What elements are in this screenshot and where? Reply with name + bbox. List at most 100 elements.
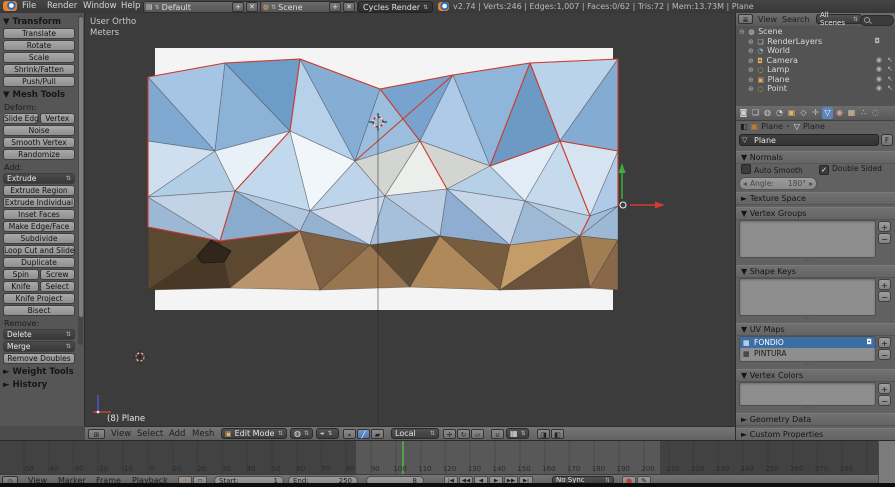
outliner-item-plane[interactable]: ⊕ ▣ Plane ◉ ↖ ◘ bbox=[736, 75, 895, 85]
snap-toggle-button[interactable]: ∪ bbox=[491, 429, 504, 439]
pivot-point-select[interactable]: ⌖ ⇅ bbox=[316, 428, 339, 439]
inset-faces-button[interactable]: Inset Faces bbox=[3, 209, 75, 220]
screen-layout-selector[interactable]: ▤ ⇅ Default + ✕ bbox=[143, 1, 261, 13]
breadcrumb-data-name[interactable]: Plane bbox=[803, 122, 825, 131]
bisect-button[interactable]: Bisect bbox=[3, 305, 75, 316]
scene-name[interactable]: Scene bbox=[278, 3, 327, 12]
transform-manipulator[interactable] bbox=[619, 163, 666, 209]
tab-physics-icon[interactable]: ◌ bbox=[870, 107, 881, 119]
delete-menu-button[interactable]: Delete⇅ bbox=[3, 329, 75, 340]
selectability-icon[interactable]: ↖ bbox=[887, 65, 893, 73]
opengl-render-button[interactable]: ◨ bbox=[537, 429, 550, 439]
push-pull-button[interactable]: Push/Pull bbox=[3, 76, 75, 87]
list-resize-grip[interactable]: ⋯ bbox=[739, 406, 876, 411]
scale-button[interactable]: Scale bbox=[3, 52, 75, 63]
menu-render[interactable]: Render bbox=[47, 1, 77, 11]
tab-render-layers-icon[interactable]: ❏ bbox=[750, 107, 761, 119]
manipulator-scale-button[interactable]: ▱ bbox=[471, 429, 484, 439]
tab-render-icon[interactable]: ◙ bbox=[738, 107, 749, 119]
outliner-item-world[interactable]: ⊕ ◔ World bbox=[736, 46, 895, 56]
slider-right-arrow-icon[interactable]: ▸ bbox=[809, 178, 813, 189]
expander-icon[interactable]: ⊕ bbox=[748, 38, 754, 46]
visibility-eye-icon[interactable]: ◉ bbox=[876, 84, 882, 92]
uv-map-row-pintura[interactable]: ▦ PINTURA bbox=[740, 348, 875, 359]
expander-icon[interactable]: ⊕ bbox=[748, 66, 754, 74]
extrude-individual-button[interactable]: Extrude Individual bbox=[3, 197, 75, 208]
expander-icon[interactable]: ⊕ bbox=[748, 85, 754, 93]
tab-particles-icon[interactable]: ∴ bbox=[858, 107, 869, 119]
outliner-display-filter[interactable]: All Scenes ⇅ bbox=[816, 14, 862, 24]
manipulator-z-arrow[interactable] bbox=[619, 163, 626, 173]
extrude-region-button[interactable]: Extrude Region bbox=[3, 185, 75, 196]
remove-uv-map-button[interactable]: − bbox=[878, 349, 891, 360]
outliner-item-lamp[interactable]: ⊕ ◌ Lamp ◉ ↖ ◘ bbox=[736, 65, 895, 75]
add-uv-map-button[interactable]: + bbox=[878, 337, 891, 348]
editor-type-outliner-button[interactable]: ≣ bbox=[738, 14, 753, 24]
menu-help[interactable]: Help bbox=[121, 1, 140, 11]
duplicate-button[interactable]: Duplicate bbox=[3, 257, 75, 268]
knife-button[interactable]: Knife bbox=[3, 281, 39, 292]
scene-selector[interactable]: ◍ ⇅ Scene + ✕ bbox=[260, 1, 358, 13]
add-vertex-color-button[interactable]: + bbox=[878, 383, 891, 394]
vertex-groups-list[interactable]: + − bbox=[739, 220, 876, 258]
randomize-button[interactable]: Randomize bbox=[3, 149, 75, 160]
expander-icon[interactable]: ⊕ bbox=[748, 76, 754, 84]
slider-left-arrow-icon[interactable]: ◂ bbox=[743, 178, 747, 189]
fake-user-button[interactable]: F bbox=[881, 134, 893, 146]
spin-button[interactable]: Spin bbox=[3, 269, 39, 280]
noise-button[interactable]: Noise bbox=[3, 125, 75, 136]
render-engine-select[interactable]: Cycles Render ⇅ bbox=[358, 1, 433, 13]
checkbox-icon[interactable] bbox=[741, 164, 751, 174]
manipulator-x-arrow[interactable] bbox=[655, 202, 665, 209]
mode-select[interactable]: ▣ Edit Mode ⇅ bbox=[221, 428, 287, 439]
lowpoly-terrain-mesh[interactable] bbox=[148, 59, 618, 290]
edge-select-mode-button[interactable]: ╱ bbox=[357, 429, 370, 439]
screen-layout-name[interactable]: Default bbox=[162, 3, 230, 12]
timeline-editor[interactable]: -50-40-30-20-100102030405060708090100110… bbox=[0, 440, 878, 483]
breadcrumb-object-name[interactable]: Plane bbox=[761, 122, 783, 131]
subdivide-button[interactable]: Subdivide bbox=[3, 233, 75, 244]
add-layout-button[interactable]: + bbox=[232, 2, 244, 12]
extrude-menu-button[interactable]: Extrude⇅ bbox=[3, 173, 75, 184]
blender-logo-icon[interactable] bbox=[3, 1, 17, 11]
knife-project-button[interactable]: Knife Project bbox=[3, 293, 75, 304]
mesh-tools-panel-header[interactable]: ▼ Mesh Tools bbox=[3, 90, 81, 100]
tab-world-icon[interactable]: ◔ bbox=[774, 107, 785, 119]
visibility-eye-icon[interactable]: ◉ bbox=[876, 75, 882, 83]
checkbox-checked-icon[interactable]: ✓ bbox=[819, 165, 829, 175]
tab-object-icon[interactable]: ▣ bbox=[786, 107, 797, 119]
selectability-icon[interactable]: ↖ bbox=[887, 84, 893, 92]
screw-button[interactable]: Screw bbox=[40, 269, 76, 280]
auto-smooth-checkbox[interactable]: Auto Smooth bbox=[741, 164, 803, 175]
loop-cut-slide-button[interactable]: Loop Cut and Slide bbox=[3, 245, 75, 256]
transform-panel-header[interactable]: ▼ Transform bbox=[3, 17, 81, 27]
custom-properties-panel-header[interactable]: ► Custom Properties bbox=[736, 428, 895, 440]
remove-doubles-button[interactable]: Remove Doubles bbox=[3, 353, 75, 364]
viewport-menu-mesh[interactable]: Mesh bbox=[192, 429, 214, 439]
viewport-shading-select[interactable]: ◍ ⇅ bbox=[290, 428, 313, 439]
list-resize-grip[interactable]: ⋯ bbox=[739, 258, 876, 263]
uv-maps-list[interactable]: ▦ FONDIO ◘ ▦ PINTURA + − bbox=[739, 336, 876, 362]
close-layout-button[interactable]: ✕ bbox=[246, 2, 258, 12]
shape-keys-panel-header[interactable]: ▼ Shape Keys bbox=[736, 265, 895, 278]
list-resize-grip[interactable]: ⋯ bbox=[739, 362, 876, 367]
auto-smooth-angle-slider[interactable]: ◂ Angle: 180° ▸ bbox=[739, 177, 817, 190]
viewport-menu-add[interactable]: Add bbox=[169, 429, 185, 439]
add-scene-button[interactable]: + bbox=[329, 2, 341, 12]
vertex-colors-panel-header[interactable]: ▼ Vertex Colors bbox=[736, 369, 895, 382]
tab-texture-icon[interactable]: ▦ bbox=[846, 107, 857, 119]
manipulator-translate-button[interactable]: ✛ bbox=[443, 429, 456, 439]
knife-select-button[interactable]: Select bbox=[40, 281, 76, 292]
outliner-item-camera[interactable]: ⊕ ◘ Camera ◉ ↖ ◘ bbox=[736, 56, 895, 66]
editor-type-3d-view-button[interactable]: ⊞ bbox=[88, 429, 105, 439]
list-resize-grip[interactable]: ⋯ bbox=[739, 316, 876, 321]
manipulator-rotate-button[interactable]: ↻ bbox=[457, 429, 470, 439]
outliner-item-point[interactable]: ⊕ ◌ Point ◉ ↖ ◘ bbox=[736, 84, 895, 94]
outliner-menu-search[interactable]: Search bbox=[782, 15, 809, 24]
outliner-menu-view[interactable]: View bbox=[758, 15, 777, 24]
menu-file[interactable]: File bbox=[22, 1, 36, 11]
remove-shape-key-button[interactable]: − bbox=[878, 291, 891, 302]
vertex-groups-panel-header[interactable]: ▼ Vertex Groups bbox=[736, 207, 895, 220]
face-select-mode-button[interactable]: ▰ bbox=[371, 429, 384, 439]
viewport-menu-view[interactable]: View bbox=[111, 429, 131, 439]
